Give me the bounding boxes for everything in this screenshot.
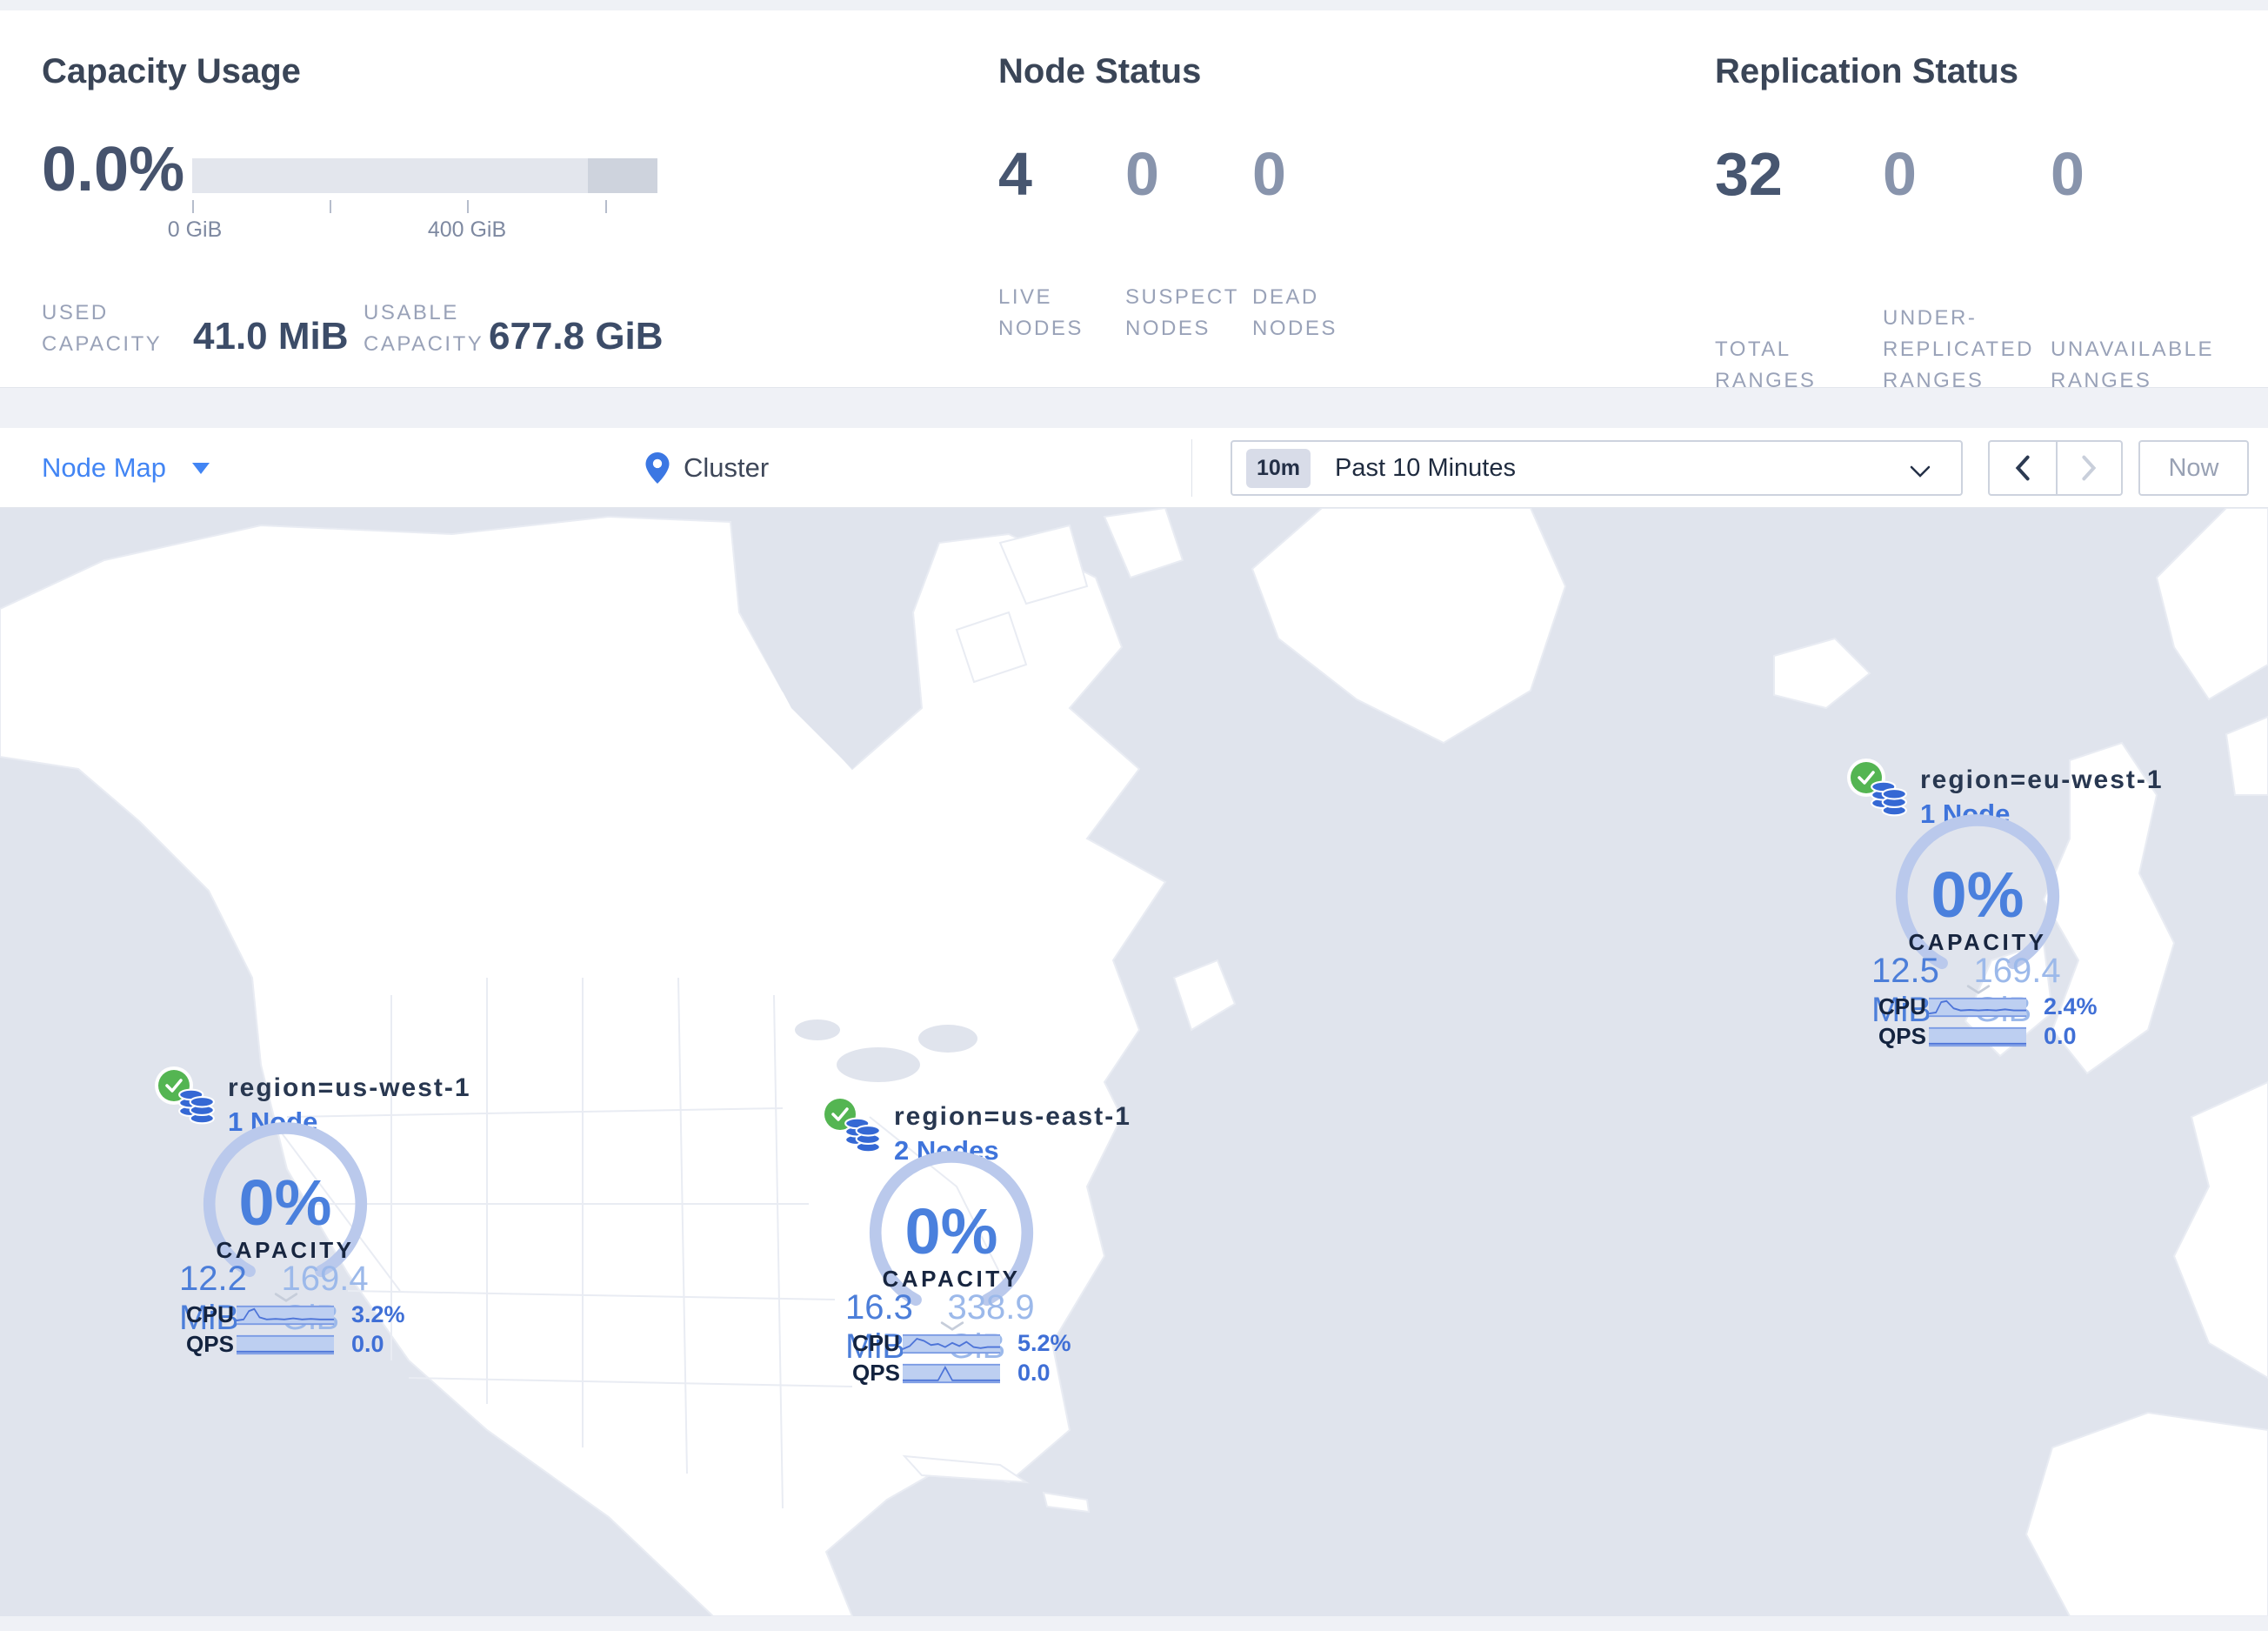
unavailable-ranges-label: UNAVAILABLE RANGES	[2051, 338, 2215, 392]
now-button[interactable]: Now	[2138, 440, 2249, 496]
usable-capacity-label: USABLE CAPACITY	[364, 301, 484, 356]
region-name: region=us-east-1	[894, 1102, 1131, 1131]
region-marker-us-east-1[interactable]: region=us-east-1 2 Nodes 0% CAPACITY 16.…	[823, 1093, 1130, 1394]
suspect-nodes-value: 0	[1125, 140, 1159, 208]
cpu-label: CPU	[186, 1301, 234, 1327]
region-name: region=eu-west-1	[1920, 765, 2164, 794]
capacity-axis-tick	[330, 200, 331, 213]
cluster-stats-panel: Capacity Usage 0.0% 0 GiB 400 GiB USED C…	[0, 10, 2268, 392]
cpu-sparkline	[903, 1334, 1000, 1354]
map-pin-icon	[645, 452, 670, 484]
prev-time-button[interactable]	[1990, 442, 2056, 494]
capacity-axis-label-0: 0 GiB	[167, 217, 223, 242]
qps-value: 0.0	[2044, 1023, 2077, 1049]
capacity-bar	[192, 158, 657, 193]
qps-label: QPS	[852, 1360, 900, 1386]
cpu-sparkline	[237, 1305, 334, 1325]
used-capacity-value: 41.0 MiB	[193, 315, 349, 358]
capacity-percent: 0.0%	[42, 135, 185, 204]
view-selector-label: Node Map	[42, 452, 167, 483]
node-map-canvas[interactable]: region=us-west-1 1 Node 0% CAPACITY 12.2…	[0, 508, 2268, 1616]
chevron-left-icon	[2015, 455, 2030, 481]
time-range-value: Past 10 Minutes	[1335, 453, 1516, 482]
capacity-bar-dark-segment	[588, 158, 657, 193]
toolbar-divider	[1191, 439, 1192, 497]
map-toolbar: Node Map Cluster 10m Past 10 Minutes Now	[0, 428, 2268, 508]
region-capacity-percent: 0%	[904, 1195, 998, 1267]
region-name: region=us-west-1	[228, 1073, 471, 1102]
qps-sparkline	[1929, 1026, 2026, 1046]
unavailable-ranges-value: 0	[2051, 140, 2085, 208]
qps-sparkline	[237, 1334, 334, 1354]
live-nodes-label: LIVE NODES	[998, 285, 1084, 340]
breadcrumb-cluster-label: Cluster	[684, 452, 770, 483]
qps-value: 0.0	[351, 1331, 384, 1357]
qps-label: QPS	[186, 1331, 234, 1357]
chevron-down-icon	[1910, 465, 1931, 478]
capacity-usage-title: Capacity Usage	[42, 52, 301, 90]
region-marker-us-west-1[interactable]: region=us-west-1 1 Node 0% CAPACITY 12.2…	[157, 1065, 470, 1365]
total-ranges-label: TOTAL RANGES	[1715, 338, 1817, 392]
capacity-axis-label-400: 400 GiB	[427, 217, 507, 242]
dead-nodes-label: DEAD NODES	[1252, 285, 1337, 340]
world-map	[0, 508, 2268, 1616]
cpu-label: CPU	[852, 1330, 900, 1356]
next-time-button[interactable]	[2055, 442, 2122, 494]
capacity-axis-tick	[192, 200, 194, 213]
chevron-right-icon	[2082, 455, 2097, 481]
time-pager	[1988, 440, 2123, 496]
qps-label: QPS	[1878, 1023, 1926, 1049]
cpu-label: CPU	[1878, 993, 1926, 1019]
region-capacity-percent: 0%	[238, 1166, 332, 1239]
page-bottom-strip	[0, 1616, 2268, 1631]
time-range-dropdown[interactable]: 10m Past 10 Minutes	[1231, 440, 1963, 496]
qps-value: 0.0	[1017, 1360, 1051, 1386]
region-marker-eu-west-1[interactable]: region=eu-west-1 1 Node 0% CAPACITY 12.5…	[1849, 757, 2162, 1057]
breadcrumb[interactable]: Cluster	[645, 428, 769, 508]
capacity-axis-tick	[605, 200, 607, 213]
cpu-value: 2.4%	[2044, 993, 2098, 1019]
under-replicated-ranges-value: 0	[1883, 140, 1917, 208]
cpu-value: 3.2%	[351, 1301, 405, 1327]
node-status-title: Node Status	[998, 52, 1202, 90]
view-selector-dropdown[interactable]: Node Map	[42, 428, 210, 508]
replication-status-title: Replication Status	[1715, 52, 2018, 90]
total-ranges-value: 32	[1715, 140, 1783, 208]
time-range-badge: 10m	[1246, 448, 1311, 488]
capacity-axis-tick	[467, 200, 469, 213]
live-nodes-value: 4	[998, 140, 1032, 208]
chevron-down-icon	[192, 462, 210, 474]
region-capacity-percent: 0%	[1931, 859, 2025, 931]
usable-capacity-value: 677.8 GiB	[489, 315, 664, 358]
qps-sparkline	[903, 1363, 1000, 1383]
under-replicated-ranges-label: UNDER-REPLICATED RANGES	[1883, 306, 2034, 392]
used-capacity-label: USED CAPACITY	[42, 301, 163, 356]
cpu-value: 5.2%	[1017, 1330, 1071, 1356]
cpu-sparkline	[1929, 997, 2026, 1017]
dead-nodes-value: 0	[1252, 140, 1286, 208]
suspect-nodes-label: SUSPECT NODES	[1125, 285, 1239, 340]
